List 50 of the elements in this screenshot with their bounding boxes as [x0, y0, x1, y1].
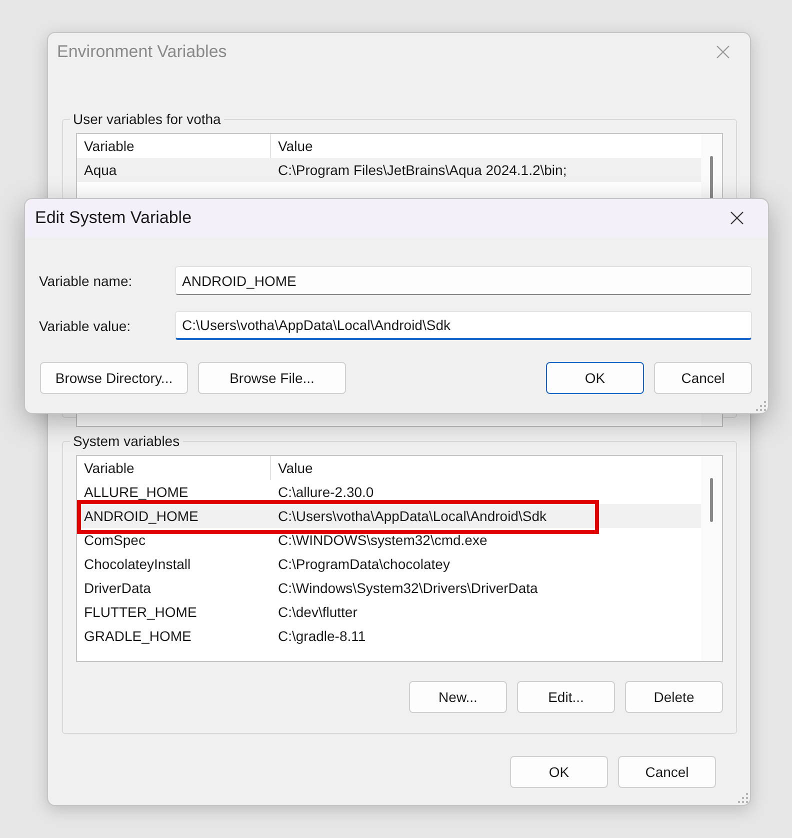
variable-row[interactable]: ComSpec C:\WINDOWS\system32\cmd.exe: [77, 528, 701, 552]
variable-name: ANDROID_HOME: [83, 507, 200, 526]
dialog-button[interactable]: OK: [510, 756, 608, 788]
column-header[interactable]: Value: [271, 134, 313, 158]
scrollbar[interactable]: [701, 456, 722, 661]
close-icon[interactable]: [730, 211, 744, 225]
variable-name: FLUTTER_HOME: [83, 603, 198, 622]
scrollbar-thumb[interactable]: [710, 478, 713, 522]
dialog-button[interactable]: Browse File...: [198, 362, 346, 394]
variable-name: ChocolateyInstall: [83, 555, 192, 574]
column-header[interactable]: Variable: [77, 456, 271, 480]
scrollbar-thumb[interactable]: [710, 156, 713, 200]
variable-value: C:\dev\flutter: [277, 603, 358, 622]
group-label: User variables for votha: [72, 111, 222, 127]
field-label: Variable value:: [39, 318, 132, 334]
dialog-button[interactable]: Cancel: [618, 756, 716, 788]
variable-value: C:\gradle-8.11: [277, 627, 366, 646]
variables-list[interactable]: [76, 455, 723, 662]
dialog-title: Edit System Variable: [35, 208, 192, 228]
resize-grip-icon[interactable]: [756, 401, 766, 411]
variable-name: GRADLE_HOME: [83, 627, 192, 646]
variable-name: Aqua: [83, 161, 118, 180]
variable-value: C:\WINDOWS\system32\cmd.exe: [277, 531, 488, 550]
list-action-button[interactable]: New...: [409, 681, 507, 713]
variable-row[interactable]: ChocolateyInstall C:\ProgramData\chocolatey: [77, 552, 701, 576]
column-header[interactable]: Value: [271, 456, 313, 480]
group-label: System variables: [72, 433, 181, 449]
dialog-button[interactable]: Browse Directory...: [40, 362, 188, 394]
window-title: Environment Variables: [57, 42, 227, 62]
text-field[interactable]: C:\Users\votha\AppData\Local\Android\Sdk: [175, 311, 752, 340]
dialog-button[interactable]: OK: [546, 362, 644, 394]
variable-value: C:\ProgramData\chocolatey: [277, 555, 450, 574]
variable-row[interactable]: GRADLE_HOME C:\gradle-8.11: [77, 624, 701, 648]
variable-row[interactable]: Aqua C:\Program Files\JetBrains\Aqua 2024.1.2\bin;: [77, 158, 701, 182]
variable-name: ALLURE_HOME: [83, 483, 190, 502]
variable-row[interactable]: FLUTTER_HOME C:\dev\flutter: [77, 600, 701, 624]
variable-value: C:\Program Files\JetBrains\Aqua 2024.1.2\bin;: [277, 161, 567, 180]
field-label: Variable name:: [39, 272, 134, 288]
variable-name: DriverData: [83, 579, 152, 598]
variable-value: C:\Windows\System32\Drivers\DriverData: [277, 579, 538, 598]
text-field[interactable]: ANDROID_HOME: [175, 266, 752, 295]
list-action-button[interactable]: Edit...: [517, 681, 615, 713]
variable-row[interactable]: DriverData C:\Windows\System32\Drivers\DriverData: [77, 576, 701, 600]
variable-value: C:\Users\votha\AppData\Local\Android\Sdk: [277, 507, 546, 526]
dialog-button[interactable]: Cancel: [654, 362, 752, 394]
list-action-button[interactable]: Delete: [625, 681, 723, 713]
variable-name: ComSpec: [83, 531, 146, 550]
variable-value: C:\allure-2.30.0: [277, 483, 374, 502]
variable-row[interactable]: ALLURE_HOME C:\allure-2.30.0: [77, 480, 701, 504]
resize-grip-icon[interactable]: [738, 793, 748, 803]
